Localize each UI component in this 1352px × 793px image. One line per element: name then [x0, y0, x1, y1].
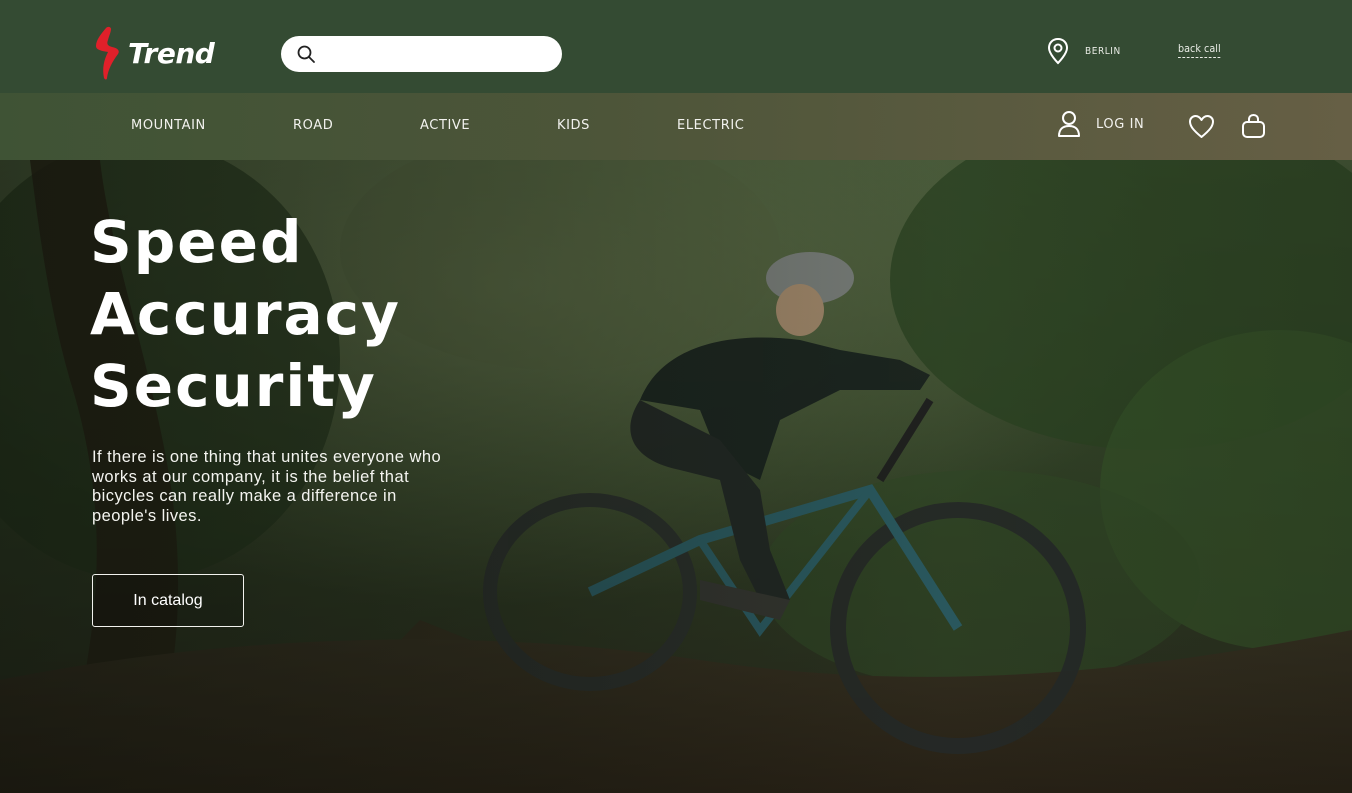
catalog-button[interactable]: In catalog	[92, 574, 244, 627]
city-label: BERLIN	[1085, 45, 1121, 57]
search-icon	[296, 44, 316, 64]
search-bar[interactable]	[281, 36, 562, 72]
hero-banner: Speed Accuracy Security If there is one …	[0, 160, 1352, 793]
headline-line-accuracy: Accuracy	[90, 280, 401, 348]
main-nav: MOUNTAIN ROAD ACTIVE KIDS ELECTRIC LOG I…	[0, 93, 1352, 160]
hero-description: If there is one thing that unites everyo…	[92, 448, 442, 525]
headline-line-speed: Speed	[90, 208, 304, 276]
nav-item-kids[interactable]: KIDS	[557, 118, 590, 133]
back-call-link[interactable]: back call	[1178, 43, 1221, 58]
nav-item-road[interactable]: ROAD	[293, 118, 333, 133]
location-selector[interactable]: BERLIN	[1046, 37, 1125, 65]
nav-item-active[interactable]: ACTIVE	[420, 118, 470, 133]
lightning-logo-icon	[96, 26, 119, 80]
login-label: LOG IN	[1096, 116, 1145, 132]
nav-item-mountain[interactable]: MOUNTAIN	[131, 118, 206, 133]
brand-logo[interactable]: Trend	[92, 26, 215, 82]
shopping-bag-icon[interactable]	[1241, 113, 1266, 139]
nav-item-electric[interactable]: ELECTRIC	[677, 118, 744, 133]
hero-headline: Speed Accuracy Security	[90, 206, 401, 422]
user-icon	[1057, 110, 1081, 138]
map-pin-icon	[1046, 37, 1070, 65]
login-button[interactable]: LOG IN	[1057, 110, 1144, 138]
top-bar: Trend BERLIN back call	[0, 0, 1352, 93]
heart-icon[interactable]	[1188, 114, 1215, 139]
brand-name: Trend	[128, 36, 215, 70]
headline-line-security: Security	[90, 352, 377, 420]
search-input[interactable]	[324, 39, 544, 69]
